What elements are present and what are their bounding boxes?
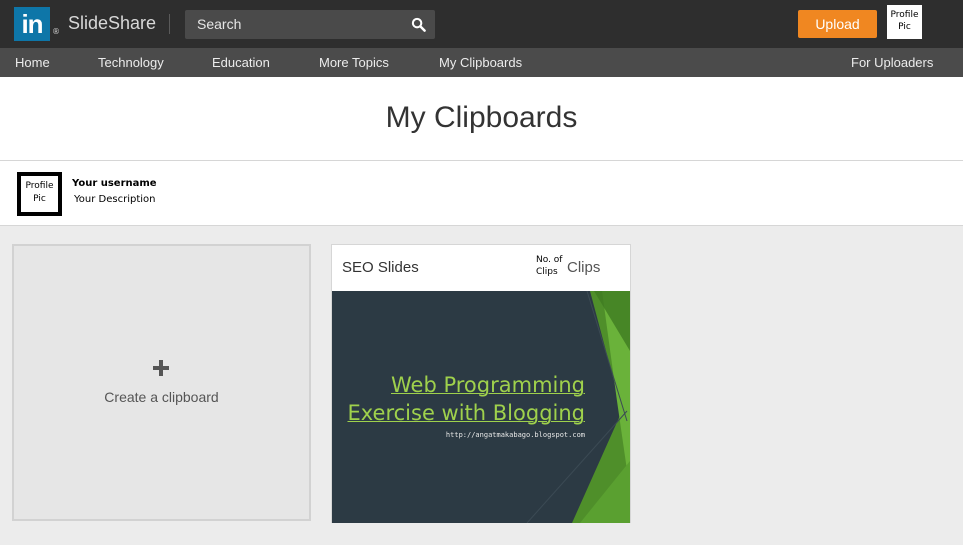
nav-bar: Home Technology Education More Topics My… [0,48,963,77]
title-section: My Clipboards [0,77,963,161]
user-info: Profile Pic Your username Your Descripti… [0,161,963,226]
create-clipboard-card[interactable]: Create a clipboard [12,244,311,521]
search-icon[interactable] [411,17,426,32]
user-avatar-label-2: Pic [33,194,46,204]
nav-item-for-uploaders[interactable]: For Uploaders [851,55,933,70]
user-avatar-label-1: Profile [25,181,54,191]
slide-url: http://angatmakabago.blogspot.com [445,431,585,439]
nav-item-more-topics[interactable]: More Topics [319,55,389,70]
create-clipboard-label: Create a clipboard [104,389,219,405]
profile-avatar-label-2: Pic [898,22,911,32]
clipboard-card[interactable]: SEO Slides No. of Clips Clips Web Progra… [331,244,631,523]
header-divider [169,14,170,34]
slide-title-line-2: Exercise with Blogging [347,401,585,425]
user-description: Your Description [74,194,156,205]
clips-label: Clips [567,259,601,276]
nav-item-home[interactable]: Home [15,55,50,70]
clip-count: No. of Clips [536,254,562,278]
page-title: My Clipboards [385,101,578,134]
brand-name[interactable]: SlideShare [68,13,156,34]
slide-title: Web Programming Exercise with Blogging [347,371,585,427]
username[interactable]: Your username [72,178,157,189]
clipboard-title[interactable]: SEO Slides [342,259,419,276]
profile-avatar[interactable]: Profile Pic [887,5,922,39]
nav-item-education[interactable]: Education [212,55,270,70]
user-avatar[interactable]: Profile Pic [17,172,62,216]
search-placeholder: Search [197,16,242,32]
plus-icon [153,360,169,376]
profile-avatar-label-1: Profile [890,10,919,20]
upload-button[interactable]: Upload [798,10,877,38]
search-input[interactable]: Search [185,10,435,39]
nav-item-my-clipboards[interactable]: My Clipboards [439,55,522,70]
clip-count-line-1: No. of [536,255,563,265]
clipboard-card-header: SEO Slides No. of Clips Clips [332,245,630,291]
linkedin-logo[interactable]: in [14,7,50,41]
top-bar: in ® SlideShare Search Upload Profile Pi… [0,0,963,48]
nav-item-technology[interactable]: Technology [98,55,164,70]
registered-mark: ® [52,27,60,36]
clipboard-thumbnail[interactable]: Web Programming Exercise with Blogging h… [332,291,630,523]
slide-title-line-1: Web Programming [391,373,585,397]
clip-count-line-2: Clips [536,267,558,277]
